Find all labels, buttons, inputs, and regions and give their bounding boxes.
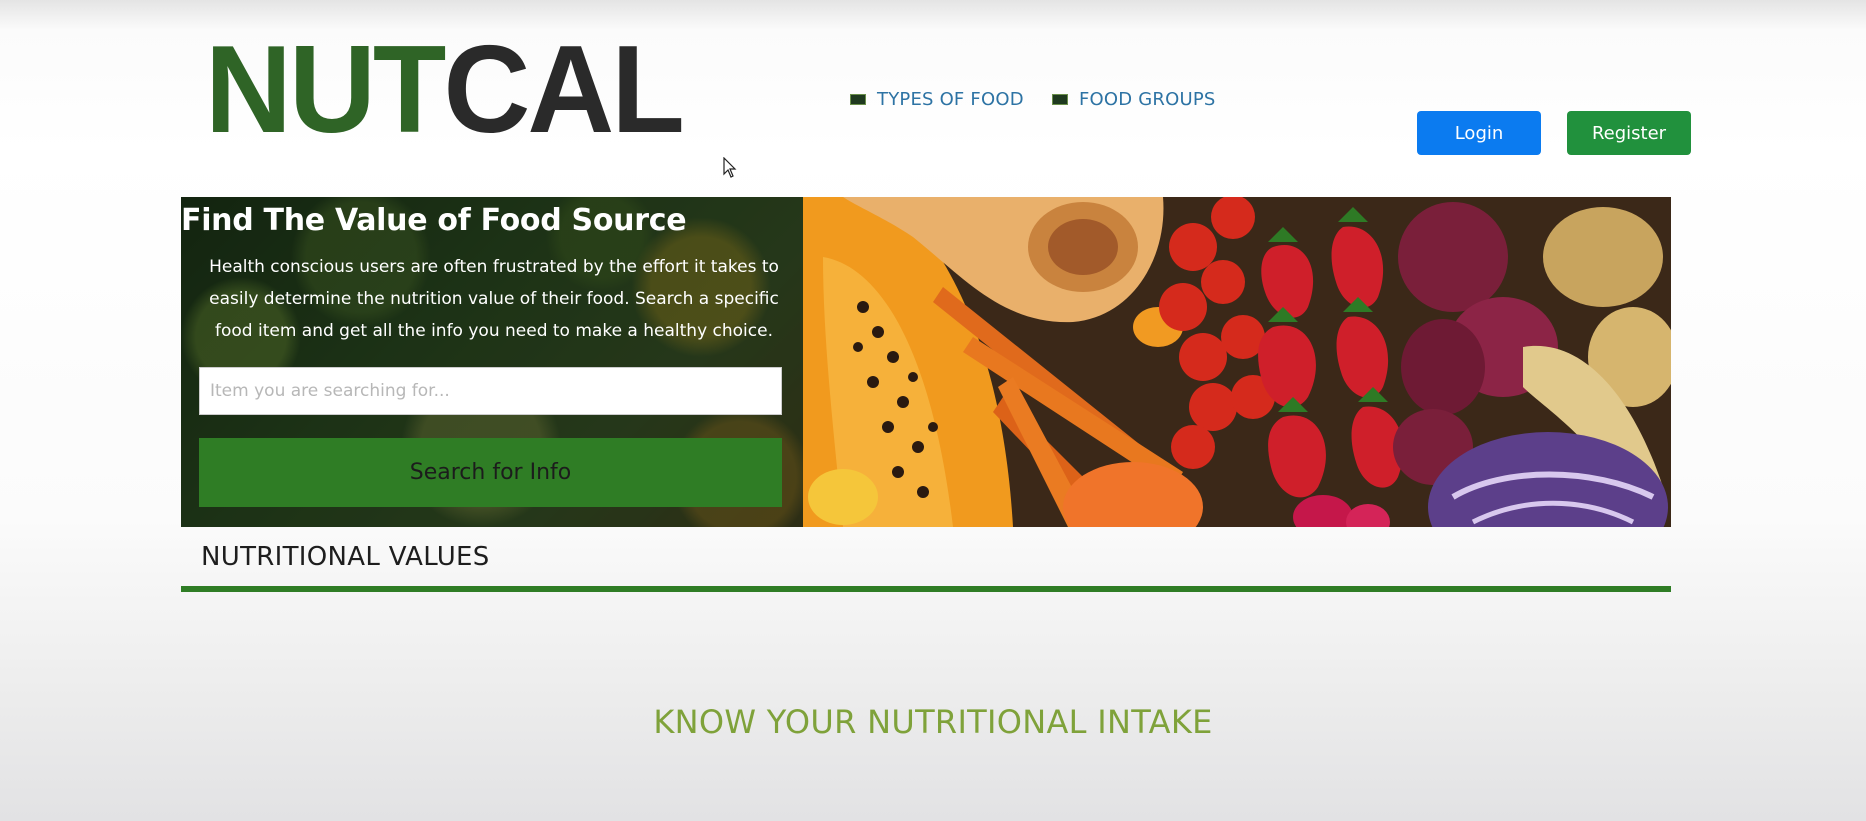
- hero-title: Find The Value of Food Source: [181, 203, 687, 238]
- hero-banner: Find The Value of Food Source Health con…: [181, 197, 1671, 527]
- logo[interactable]: NUTCAL: [205, 28, 685, 152]
- tagline: KNOW YOUR NUTRITIONAL INTAKE: [653, 703, 1213, 741]
- nav-item-food-groups[interactable]: FOOD GROUPS: [1052, 89, 1216, 110]
- hero-produce-image: [803, 197, 1671, 527]
- nav-label: TYPES OF FOOD: [877, 89, 1024, 110]
- nav-item-types-of-food[interactable]: TYPES OF FOOD: [850, 89, 1024, 110]
- food-flag-icon: [850, 94, 866, 105]
- produce-illustration: [803, 197, 1671, 527]
- nav-label: FOOD GROUPS: [1079, 89, 1216, 110]
- food-flag-icon: [1052, 94, 1068, 105]
- nutritional-values-heading: NUTRITIONAL VALUES: [201, 542, 490, 572]
- section-divider: [181, 586, 1671, 592]
- hero-description: Health conscious users are often frustra…: [209, 257, 779, 341]
- search-button[interactable]: Search for Info: [199, 438, 782, 507]
- register-button[interactable]: Register: [1567, 111, 1691, 155]
- mouse-cursor-icon: [723, 157, 737, 178]
- logo-part-nut: NUT: [205, 21, 446, 159]
- search-input[interactable]: [199, 367, 782, 415]
- login-button[interactable]: Login: [1417, 111, 1541, 155]
- logo-part-cal: CAL: [443, 21, 684, 159]
